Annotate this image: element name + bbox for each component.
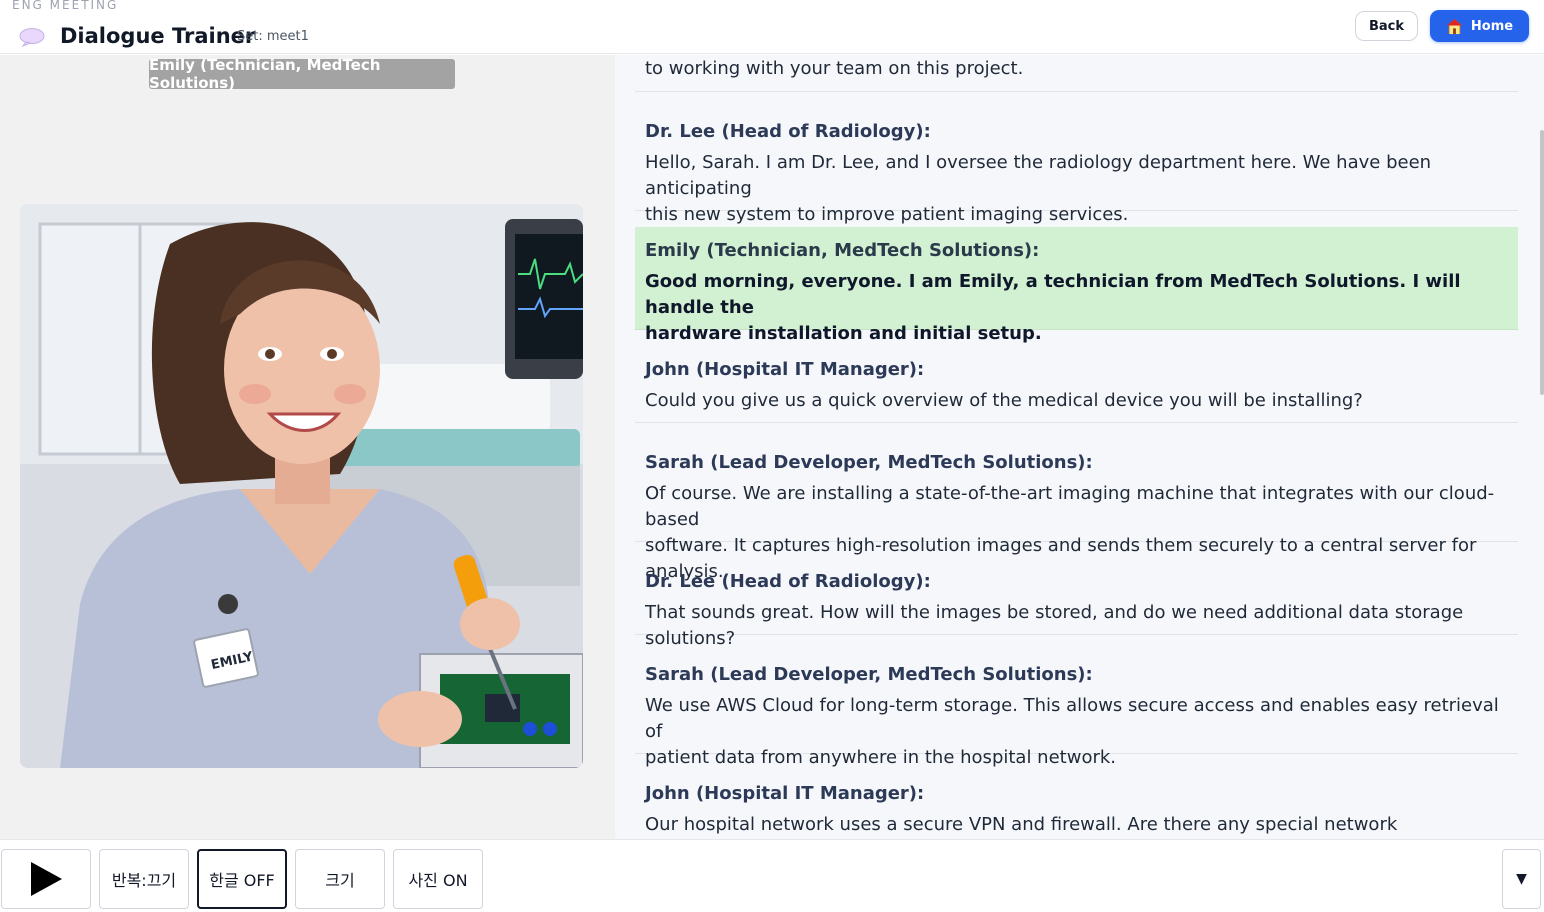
transcript-scrollbar[interactable] xyxy=(1540,130,1544,395)
home-button[interactable]: Home xyxy=(1430,10,1529,42)
dialogue-speaker: John (Hospital IT Manager): xyxy=(645,783,925,804)
play-button[interactable] xyxy=(1,849,91,909)
app-title: Dialogue Trainer xyxy=(60,24,256,48)
photo-toggle-button[interactable]: 사진 ON xyxy=(393,849,483,909)
speaker-panel: Emily (Technician, MedTech Solutions) EM… xyxy=(0,55,615,839)
size-button[interactable]: 크기 xyxy=(295,849,385,909)
dialogue-turn[interactable]: Sarah (Lead Developer, MedTech Solutions… xyxy=(635,450,1518,582)
dialogue-line: Our hospital network uses a secure VPN a… xyxy=(645,814,1398,835)
dialogue-line: to working with your team on this projec… xyxy=(645,58,1024,79)
brand-label: ENG MEETING xyxy=(12,0,119,12)
repeat-toggle-button[interactable]: 반복:끄기 xyxy=(99,849,189,909)
dialogue-line: Hello, Sarah. I am Dr. Lee, and I overse… xyxy=(645,152,1432,199)
options-dropdown[interactable]: ▼ xyxy=(1502,849,1541,909)
home-button-label: Home xyxy=(1470,18,1514,34)
technician-illustration: EMILY xyxy=(20,204,583,768)
dialogue-line: That sounds great. How will the images b… xyxy=(645,602,1464,649)
set-label: Set: meet1 xyxy=(237,29,309,44)
app-header: ENG MEETING Dialogue Trainer Set: meet1 … xyxy=(0,0,1544,54)
dialogue-turn[interactable]: to working with your team on this projec… xyxy=(635,55,1518,92)
dialogue-turn[interactable]: Sarah (Lead Developer, MedTech Solutions… xyxy=(635,662,1518,768)
dialogue-line: patient data from anywhere in the hospit… xyxy=(645,747,1116,768)
dialogue-line: hardware installation and initial setup. xyxy=(645,323,1042,344)
speaker-portrait: EMILY xyxy=(20,204,583,768)
back-button[interactable]: Back xyxy=(1355,11,1418,41)
dialogue-speaker: Dr. Lee (Head of Radiology): xyxy=(645,571,931,592)
dialogue-line: Good morning, everyone. I am Emily, a te… xyxy=(645,271,1461,318)
chevron-down-icon: ▼ xyxy=(1516,871,1527,887)
speech-bubble-icon xyxy=(19,28,45,47)
dialogue-speaker: Dr. Lee (Head of Radiology): xyxy=(645,121,931,142)
korean-toggle-button[interactable]: 한글 OFF xyxy=(197,849,287,909)
dialogue-speaker: Sarah (Lead Developer, MedTech Solutions… xyxy=(645,452,1093,473)
play-icon xyxy=(31,862,62,896)
dialogue-line: Of course. We are installing a state-of-… xyxy=(645,483,1495,530)
dialogue-turn[interactable]: John (Hospital IT Manager): Could you gi… xyxy=(635,357,1518,423)
playback-toolbar: 반복:끄기 한글 OFF 크기 사진 ON ▼ xyxy=(0,839,1544,912)
dialogue-line: We use AWS Cloud for long-term storage. … xyxy=(645,695,1499,742)
dialogue-turn[interactable]: Dr. Lee (Head of Radiology): Hello, Sara… xyxy=(635,119,1518,225)
dialogue-speaker: Sarah (Lead Developer, MedTech Solutions… xyxy=(645,664,1093,685)
dialogue-speaker: Emily (Technician, MedTech Solutions): xyxy=(645,240,1040,261)
dialogue-transcript[interactable]: to working with your team on this projec… xyxy=(615,55,1544,839)
dialogue-speaker: John (Hospital IT Manager): xyxy=(645,359,925,380)
dialogue-line: this new system to improve patient imagi… xyxy=(645,204,1129,225)
current-speaker-badge: Emily (Technician, MedTech Solutions) xyxy=(149,56,455,92)
dialogue-turn[interactable]: Dr. Lee (Head of Radiology): That sounds… xyxy=(635,569,1518,649)
dialogue-turn[interactable]: John (Hospital IT Manager): Our hospital… xyxy=(635,781,1518,839)
dialogue-turn-active[interactable]: Emily (Technician, MedTech Solutions): G… xyxy=(635,227,1518,344)
house-icon xyxy=(1446,18,1462,34)
dialogue-line: Could you give us a quick overview of th… xyxy=(645,390,1363,411)
